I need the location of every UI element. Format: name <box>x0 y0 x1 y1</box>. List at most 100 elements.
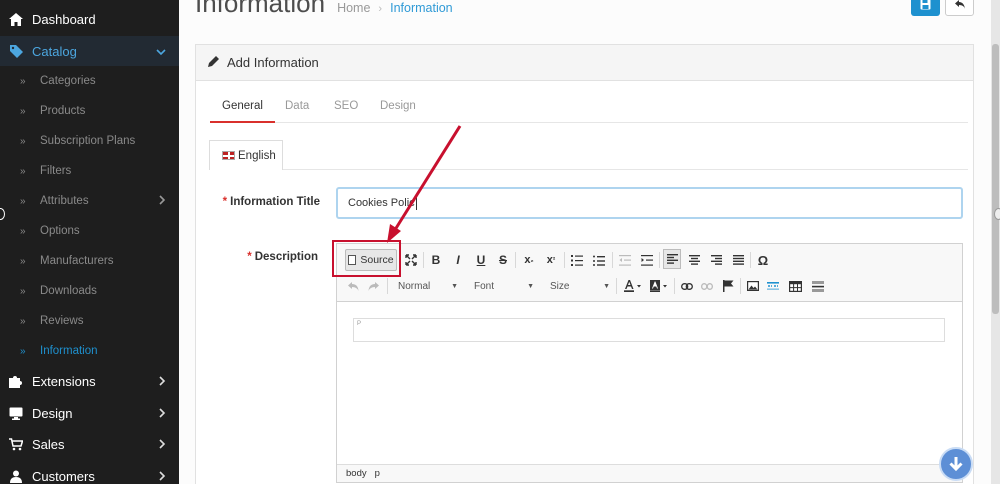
maximize-icon[interactable] <box>403 250 419 270</box>
tag-icon <box>9 44 23 58</box>
information-title-input[interactable]: Cookies Polic <box>336 187 963 219</box>
indent-icon[interactable] <box>639 250 655 270</box>
sidebar-item-catalog[interactable]: Catalog <box>0 36 179 66</box>
sidebar-item-attributes[interactable]: » Attributes <box>0 186 179 216</box>
breadcrumb-separator-icon: › <box>378 3 383 15</box>
pencil-icon <box>208 55 220 70</box>
superscript-icon[interactable]: x² <box>543 250 559 270</box>
strikethrough-button[interactable]: S <box>496 250 510 270</box>
tab-design[interactable]: Design <box>380 93 416 123</box>
size-select-value: Size <box>550 280 570 292</box>
scrollbar-thumb[interactable] <box>992 44 999 314</box>
sidebar-item-manufacturers[interactable]: » Manufacturers <box>0 246 179 276</box>
toolbar-separator <box>750 252 751 268</box>
format-select[interactable]: Normal ▼ <box>398 276 458 296</box>
double-chevron-icon: » <box>20 225 26 237</box>
embed-icon[interactable] <box>765 276 781 296</box>
chevron-down-icon <box>156 44 166 59</box>
horizontal-line-icon[interactable] <box>810 276 826 296</box>
image-icon[interactable] <box>745 276 761 296</box>
italic-button[interactable]: I <box>451 250 465 270</box>
sidebar-item-label: Reviews <box>40 315 84 327</box>
align-left-icon[interactable] <box>663 249 681 269</box>
double-chevron-icon: » <box>20 165 26 177</box>
sidebar-item-label: Attributes <box>40 195 89 207</box>
outdent-icon[interactable] <box>617 250 633 270</box>
sidebar-item-products[interactable]: » Products <box>0 96 179 126</box>
tab-seo[interactable]: SEO <box>334 93 358 123</box>
align-center-icon[interactable] <box>686 250 702 270</box>
special-character-button[interactable]: Ω <box>755 250 771 270</box>
link-icon[interactable] <box>679 276 695 296</box>
align-justify-icon[interactable] <box>730 250 746 270</box>
anchor-flag-icon[interactable] <box>720 276 736 296</box>
sidebar-item-subscription-plans[interactable]: » Subscription Plans <box>0 126 179 156</box>
source-button-highlight <box>332 240 401 277</box>
element-path-p[interactable]: p <box>375 468 380 479</box>
sidebar-item-filters[interactable]: » Filters <box>0 156 179 186</box>
back-button[interactable] <box>945 0 974 16</box>
tab-general[interactable]: General <box>210 93 275 123</box>
sidebar-item-downloads[interactable]: » Downloads <box>0 276 179 306</box>
sidebar-item-information[interactable]: » Information <box>0 336 179 366</box>
element-path-body[interactable]: body <box>346 468 367 479</box>
tab-data[interactable]: Data <box>285 93 309 123</box>
toolbar-separator <box>616 278 617 294</box>
breadcrumb: Home › Information <box>337 1 453 15</box>
align-right-icon[interactable] <box>708 250 724 270</box>
sidebar-item-customers[interactable]: Customers <box>0 461 179 484</box>
right-resize-handle[interactable] <box>994 208 1000 220</box>
sidebar-item-label: Catalog <box>32 43 77 59</box>
page-title: Information <box>195 0 326 18</box>
subscript-icon[interactable]: x₂ <box>521 250 537 270</box>
sidebar-item-dashboard[interactable]: Dashboard <box>0 4 179 34</box>
sidebar-item-label: Downloads <box>40 285 97 297</box>
font-select[interactable]: Font ▼ <box>474 276 534 296</box>
toolbar-separator <box>515 252 516 268</box>
sidebar-item-design[interactable]: Design <box>0 398 179 428</box>
chevron-right-icon <box>158 193 166 208</box>
unlink-icon[interactable] <box>699 276 715 296</box>
sidebar-item-categories[interactable]: » Categories <box>0 66 179 96</box>
undo-icon[interactable] <box>345 276 361 296</box>
table-icon[interactable] <box>787 276 803 296</box>
save-button[interactable] <box>911 0 940 16</box>
numbered-list-icon[interactable] <box>569 250 585 270</box>
bullet-list-icon[interactable] <box>591 250 607 270</box>
breadcrumb-current[interactable]: Information <box>390 1 453 15</box>
text-color-icon[interactable] <box>622 276 644 296</box>
size-select[interactable]: Size ▼ <box>550 276 610 296</box>
redo-icon[interactable] <box>365 276 381 296</box>
tab-bar: General Data SEO Design <box>210 93 968 123</box>
scroll-down-button[interactable] <box>939 447 973 481</box>
sidebar-item-extensions[interactable]: Extensions <box>0 366 179 396</box>
chevron-right-icon <box>158 374 166 389</box>
page-header: Information Home › Information <box>195 0 453 19</box>
toolbar-separator <box>740 278 741 294</box>
sidebar-item-label: Subscription Plans <box>40 135 136 147</box>
panel-heading: Add Information <box>196 45 973 81</box>
chevron-right-icon <box>158 406 166 421</box>
required-mark: * <box>222 196 228 208</box>
bold-button[interactable]: B <box>429 250 443 270</box>
label-text: Information Title <box>230 196 320 208</box>
language-tab-english[interactable]: English <box>209 140 283 170</box>
double-chevron-icon: » <box>20 315 26 327</box>
background-color-icon[interactable] <box>648 276 670 296</box>
sidebar-item-options[interactable]: » Options <box>0 216 179 246</box>
dropdown-arrow-icon: ▼ <box>451 282 458 290</box>
arrow-down-icon <box>949 457 963 472</box>
breadcrumb-home[interactable]: Home <box>337 1 370 15</box>
required-mark: * <box>247 251 252 263</box>
sidebar-item-reviews[interactable]: » Reviews <box>0 306 179 336</box>
page-scrollbar[interactable] <box>991 0 1000 484</box>
double-chevron-icon: » <box>20 75 26 87</box>
underline-button[interactable]: U <box>474 250 488 270</box>
editor-status-bar: body p <box>337 464 962 482</box>
toolbar-separator <box>564 252 565 268</box>
sidebar-item-label: Categories <box>40 75 96 87</box>
editor-content-area[interactable]: P <box>353 318 945 342</box>
sidebar-item-sales[interactable]: Sales <box>0 429 179 459</box>
floppy-icon <box>920 0 931 9</box>
language-label: English <box>238 149 276 162</box>
